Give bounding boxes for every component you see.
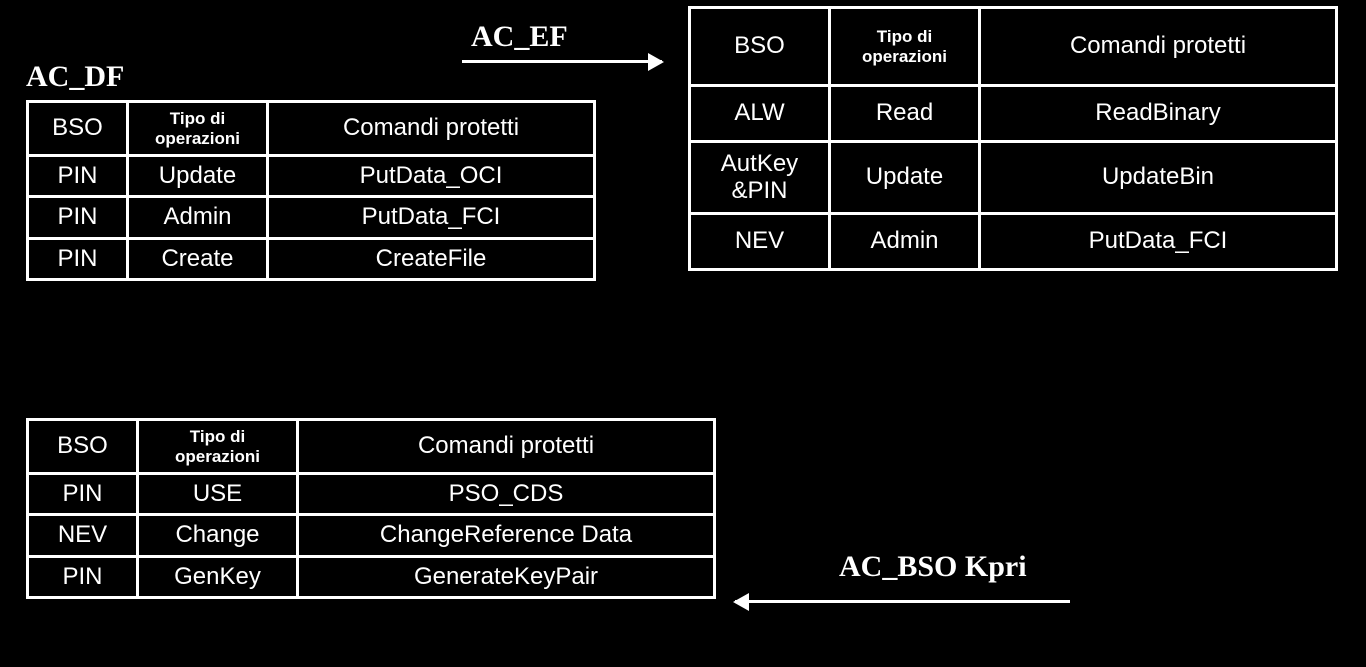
cell-tipo: Update (128, 156, 268, 197)
cell-cmd: PutData_FCI (980, 214, 1337, 270)
header-comandi: Comandi protetti (298, 420, 715, 474)
label-ac-bso-kpri: AC_BSO Kpri (839, 550, 1027, 584)
cell-cmd: PutData_OCI (268, 156, 595, 197)
cell-tipo: Change (138, 515, 298, 556)
arrow-ac-ef (462, 60, 662, 63)
header-tipo: Tipo di operazioni (128, 102, 268, 156)
arrow-ac-bso-kpri (735, 600, 1070, 603)
label-ac-ef: AC_EF (471, 20, 568, 54)
cell-tipo: Admin (128, 197, 268, 238)
table-ac-ef: BSO Tipo di operazioni Comandi protetti … (688, 6, 1338, 271)
table-row: NEV Admin PutData_FCI (690, 214, 1337, 270)
table-row: ALW Read ReadBinary (690, 86, 1337, 142)
table-row: PIN USE PSO_CDS (28, 474, 715, 515)
table-row: PIN GenKey GenerateKeyPair (28, 556, 715, 597)
cell-bso: PIN (28, 474, 138, 515)
cell-bso: ALW (690, 86, 830, 142)
cell-cmd: ChangeReference Data (298, 515, 715, 556)
cell-bso: PIN (28, 197, 128, 238)
cell-cmd: GenerateKeyPair (298, 556, 715, 597)
header-comandi: Comandi protetti (980, 8, 1337, 86)
cell-bso: PIN (28, 238, 128, 279)
table-row: AutKey &PIN Update UpdateBin (690, 142, 1337, 214)
table-row: BSO Tipo di operazioni Comandi protetti (690, 8, 1337, 86)
label-ac-df: AC_DF (26, 60, 124, 94)
cell-tipo: Admin (830, 214, 980, 270)
cell-bso: PIN (28, 556, 138, 597)
table-ac-bso-kpri: BSO Tipo di operazioni Comandi protetti … (26, 418, 716, 599)
header-tipo: Tipo di operazioni (138, 420, 298, 474)
cell-cmd: PutData_FCI (268, 197, 595, 238)
cell-bso: NEV (28, 515, 138, 556)
header-bso: BSO (28, 102, 128, 156)
cell-cmd: ReadBinary (980, 86, 1337, 142)
table-row: NEV Change ChangeReference Data (28, 515, 715, 556)
header-tipo: Tipo di operazioni (830, 8, 980, 86)
cell-bso: NEV (690, 214, 830, 270)
cell-tipo: USE (138, 474, 298, 515)
cell-tipo: Create (128, 238, 268, 279)
cell-bso: PIN (28, 156, 128, 197)
cell-tipo: Update (830, 142, 980, 214)
cell-cmd: PSO_CDS (298, 474, 715, 515)
table-row: PIN Admin PutData_FCI (28, 197, 595, 238)
table-row: PIN Update PutData_OCI (28, 156, 595, 197)
cell-tipo: Read (830, 86, 980, 142)
cell-tipo: GenKey (138, 556, 298, 597)
header-bso: BSO (28, 420, 138, 474)
table-row: PIN Create CreateFile (28, 238, 595, 279)
header-bso: BSO (690, 8, 830, 86)
table-row: BSO Tipo di operazioni Comandi protetti (28, 420, 715, 474)
cell-cmd: CreateFile (268, 238, 595, 279)
table-row: BSO Tipo di operazioni Comandi protetti (28, 102, 595, 156)
header-comandi: Comandi protetti (268, 102, 595, 156)
cell-bso: AutKey &PIN (690, 142, 830, 214)
cell-cmd: UpdateBin (980, 142, 1337, 214)
table-ac-df: BSO Tipo di operazioni Comandi protetti … (26, 100, 596, 281)
